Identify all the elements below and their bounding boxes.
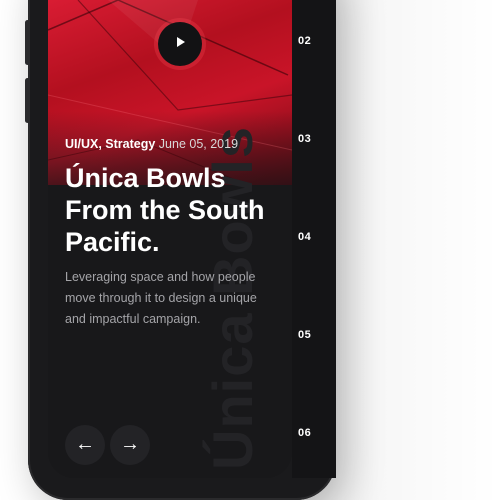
article-title: Única Bowls From the South Pacific. [65, 162, 295, 258]
pager-item-06[interactable]: 06 [298, 427, 311, 439]
phone-side-button [25, 20, 30, 65]
phone-side-button [25, 78, 30, 123]
description-line: move through it to design a unique [65, 291, 257, 305]
article-category[interactable]: UI/UX, Strategy [65, 137, 155, 151]
play-button[interactable] [158, 22, 202, 66]
article-meta: UI/UX, Strategy June 05, 2019 [65, 137, 238, 151]
arrow-left-icon: ← [75, 433, 95, 455]
pager-item-04[interactable]: 04 [298, 231, 311, 243]
pager-item-05[interactable]: 05 [298, 329, 311, 341]
arrow-right-icon: → [120, 433, 140, 455]
title-line: Única Bowls [65, 163, 226, 193]
pager-item-02[interactable]: 02 [298, 35, 311, 47]
pager-item-03[interactable]: 03 [298, 133, 311, 145]
article-date: June 05, 2019 [158, 137, 239, 151]
play-icon [177, 37, 185, 47]
article-description: Leveraging space and how people move thr… [65, 267, 285, 330]
prev-button[interactable]: ← [65, 425, 105, 465]
next-button[interactable]: → [110, 425, 150, 465]
description-line: and impactful campaign. [65, 312, 201, 326]
description-line: Leveraging space and how people [65, 270, 256, 284]
title-line: From the South [65, 195, 265, 225]
title-line: Pacific. [65, 227, 160, 257]
